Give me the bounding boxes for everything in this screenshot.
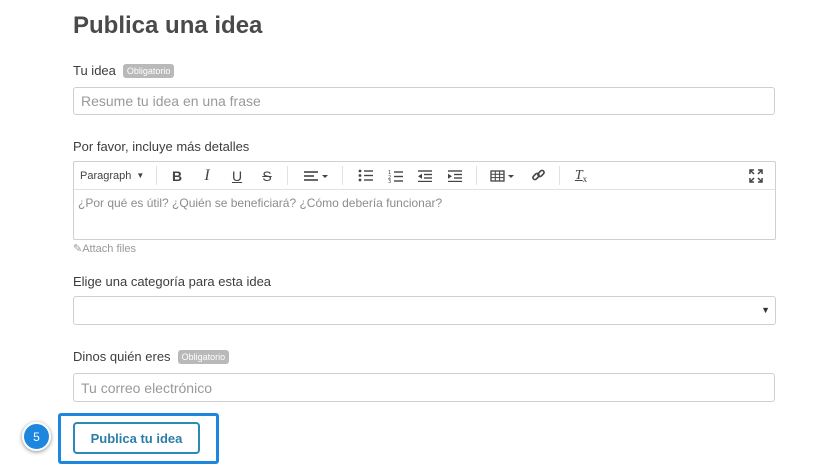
italic-icon[interactable]: I [198, 162, 216, 189]
numbered-list-icon[interactable]: 123 [387, 162, 405, 189]
contact-label-text: Dinos quién eres [73, 349, 171, 364]
indent-icon[interactable] [446, 162, 464, 189]
email-input[interactable] [73, 373, 775, 402]
chevron-down-icon: ▼ [136, 171, 145, 180]
bullet-list-icon[interactable] [357, 162, 375, 189]
bold-icon[interactable]: B [168, 162, 186, 189]
fullscreen-icon[interactable] [747, 162, 765, 189]
outdent-icon[interactable] [416, 162, 434, 189]
category-select[interactable]: ▼ [73, 296, 776, 325]
underline-icon[interactable]: U [228, 162, 246, 189]
details-label: Por favor, incluye más detalles [73, 139, 250, 154]
submit-idea-button[interactable]: Publica tu idea [73, 422, 200, 454]
paragraph-label: Paragraph [80, 169, 132, 182]
page-title: Publica una idea [73, 12, 263, 39]
details-text-area[interactable]: ¿Por qué es útil? ¿Quién se beneficiará?… [74, 190, 775, 216]
toolbar-divider [342, 166, 343, 185]
paragraph-format-dropdown[interactable]: Paragraph ▼ [80, 162, 144, 189]
contact-label: Dinos quién eres Obligatorio [73, 349, 230, 364]
align-icon[interactable] [301, 162, 331, 189]
clear-format-icon[interactable]: Tx [571, 162, 591, 189]
idea-label-text: Tu idea [73, 63, 116, 78]
toolbar-divider [559, 166, 560, 185]
step-badge: 5 [22, 422, 51, 451]
toolbar-divider [156, 166, 157, 185]
details-placeholder: ¿Por qué es útil? ¿Quién se beneficiará?… [78, 196, 443, 210]
idea-label: Tu idea Obligatorio [73, 63, 175, 78]
link-icon[interactable] [529, 162, 547, 189]
toolbar-divider [476, 166, 477, 185]
required-badge: Obligatorio [177, 350, 230, 364]
attach-files-link[interactable]: ✎Attach files [73, 242, 136, 255]
required-badge: Obligatorio [122, 64, 175, 78]
dropdown-arrow-icon: ▼ [761, 305, 770, 315]
editor-toolbar: Paragraph ▼ B I U S 123 T x [74, 162, 775, 190]
category-label: Elige una categoría para esta idea [73, 274, 272, 289]
details-editor: Paragraph ▼ B I U S 123 T x ¿Por qué es … [73, 161, 776, 240]
attach-files-label: Attach files [82, 243, 137, 255]
svg-text:3: 3 [388, 179, 391, 183]
strikethrough-icon[interactable]: S [258, 162, 276, 189]
table-icon[interactable] [488, 162, 518, 189]
paperclip-icon: ✎ [73, 243, 83, 255]
idea-input[interactable] [73, 87, 775, 115]
toolbar-divider [287, 166, 288, 185]
